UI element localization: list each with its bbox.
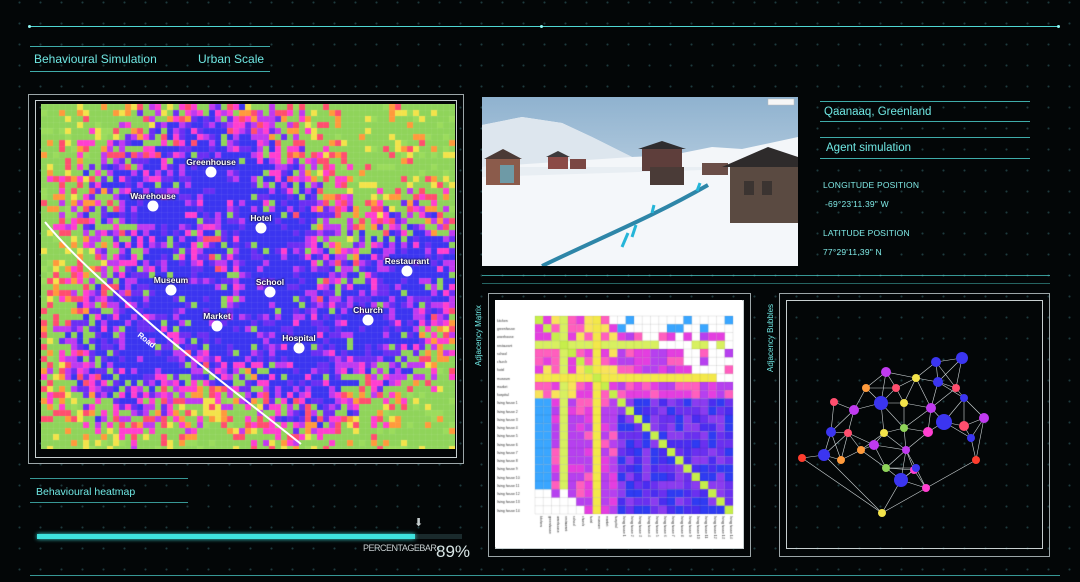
- bubble-node: [878, 509, 886, 517]
- viewport-divider-2: [482, 283, 1050, 284]
- bubble-node: [926, 403, 936, 413]
- bubble-node: [830, 398, 838, 406]
- mode-line-bottom: [820, 158, 1030, 159]
- bubble-node: [922, 484, 930, 492]
- percentage-bar-fill: [37, 534, 416, 539]
- bubble-node: [912, 464, 920, 472]
- header-line-bottom: [30, 71, 270, 72]
- adjacency-bubbles[interactable]: [786, 300, 1041, 547]
- bubble-node: [900, 424, 908, 432]
- longitude-value: -69°23'11.39" W: [825, 199, 889, 209]
- bubble-node: [967, 434, 975, 442]
- location-pin[interactable]: [205, 166, 217, 178]
- location-pin[interactable]: [401, 265, 413, 277]
- bubble-node: [874, 396, 888, 410]
- bubble-node: [882, 464, 890, 472]
- road-line: [44, 221, 302, 445]
- matrix-title: Adjacency Matrix: [474, 305, 483, 366]
- app-title[interactable]: Behavioural Simulation: [34, 52, 157, 66]
- location-pin-label: Hospital: [282, 333, 316, 343]
- location-line-top: [820, 101, 1030, 102]
- location-pin-label: Restaurant: [384, 256, 430, 266]
- bubble-edge: [801, 457, 883, 514]
- heatmap-caption: Behavioural heatmap: [36, 486, 136, 498]
- location-pin[interactable]: [362, 314, 374, 326]
- bubble-node: [912, 374, 920, 382]
- percentage-bar: [37, 534, 462, 539]
- mode-line-top: [820, 137, 1030, 138]
- location-pin[interactable]: [211, 320, 223, 332]
- longitude-label: LONGITUDE POSITION: [823, 180, 920, 190]
- location-pin[interactable]: [165, 284, 177, 296]
- bubble-edge: [860, 449, 887, 469]
- percentage-value: 89%: [436, 542, 471, 561]
- location-pin[interactable]: [264, 286, 276, 298]
- bubble-node: [826, 427, 836, 437]
- location-name: Qaanaaq, Greenland: [824, 106, 932, 118]
- bubble-node: [923, 427, 933, 437]
- adjacency-matrix[interactable]: [495, 300, 742, 547]
- bubble-node: [902, 446, 910, 454]
- bubble-node: [892, 384, 900, 392]
- bubble-node: [972, 456, 980, 464]
- location-pin[interactable]: [255, 222, 267, 234]
- bubble-node: [900, 399, 908, 407]
- bubble-node: [818, 449, 830, 461]
- caption-line-top: [30, 478, 188, 479]
- divider-tick: [540, 25, 543, 28]
- bubble-node: [979, 413, 989, 423]
- bubble-edge: [883, 432, 907, 451]
- bubble-node: [933, 377, 943, 387]
- bubble-edge: [823, 454, 883, 514]
- latitude-label: LATITUDE POSITION: [823, 228, 910, 238]
- bubble-edge: [840, 432, 849, 461]
- location-pin-label: Church: [353, 305, 383, 315]
- scale-tab[interactable]: Urban Scale: [198, 52, 264, 66]
- divider-tick: [1057, 25, 1060, 28]
- location-line-bottom: [820, 121, 1030, 122]
- bubble-edge: [903, 377, 917, 404]
- latitude-value: 77°29'11,39" N: [823, 247, 882, 257]
- bubble-node: [862, 384, 870, 392]
- top-divider: [30, 26, 1060, 27]
- bubble-node: [857, 446, 865, 454]
- bubbles-title: Adjacency Bubbles: [766, 303, 775, 372]
- road-overlay: Road: [44, 221, 302, 445]
- bubble-node: [869, 440, 879, 450]
- location-pin-label: Market: [203, 311, 231, 321]
- bubble-node: [956, 352, 968, 364]
- location-pin-label: Greenhouse: [186, 157, 236, 167]
- bubble-node: [837, 456, 845, 464]
- location-pin-label: Hotel: [250, 213, 272, 223]
- bubble-node: [881, 367, 891, 377]
- bottom-divider: [30, 575, 1060, 576]
- bubble-node: [880, 429, 888, 437]
- bubble-node: [849, 405, 859, 415]
- percentage-bar-label: PERCENTAGEBAR: [363, 543, 437, 553]
- viewport-divider: [482, 275, 1050, 276]
- road-label: Road: [136, 330, 157, 349]
- bubble-node: [798, 454, 806, 462]
- bar-marker-arrow[interactable]: ⬇: [414, 516, 423, 529]
- divider-tick: [28, 25, 31, 28]
- bubble-edge: [903, 407, 932, 429]
- bubble-edge: [885, 449, 907, 469]
- bubble-node: [959, 421, 969, 431]
- location-pin-label: Museum: [153, 275, 189, 285]
- simulation-mode[interactable]: Agent simulation: [826, 142, 911, 154]
- header-line-top: [30, 46, 270, 47]
- bubble-node: [960, 394, 968, 402]
- bubble-node: [894, 473, 908, 487]
- location-pin-label: Warehouse: [130, 191, 176, 201]
- caption-line-bottom: [30, 502, 188, 503]
- location-pin[interactable]: [293, 342, 305, 354]
- location-pin-label: School: [255, 277, 285, 287]
- agent-3d-viewport[interactable]: [482, 97, 798, 266]
- bubble-node: [952, 384, 960, 392]
- bubble-node: [936, 414, 952, 430]
- bubble-node: [844, 429, 852, 437]
- bubble-edge: [915, 377, 932, 409]
- bubble-node: [931, 357, 941, 367]
- location-pin[interactable]: [147, 200, 159, 212]
